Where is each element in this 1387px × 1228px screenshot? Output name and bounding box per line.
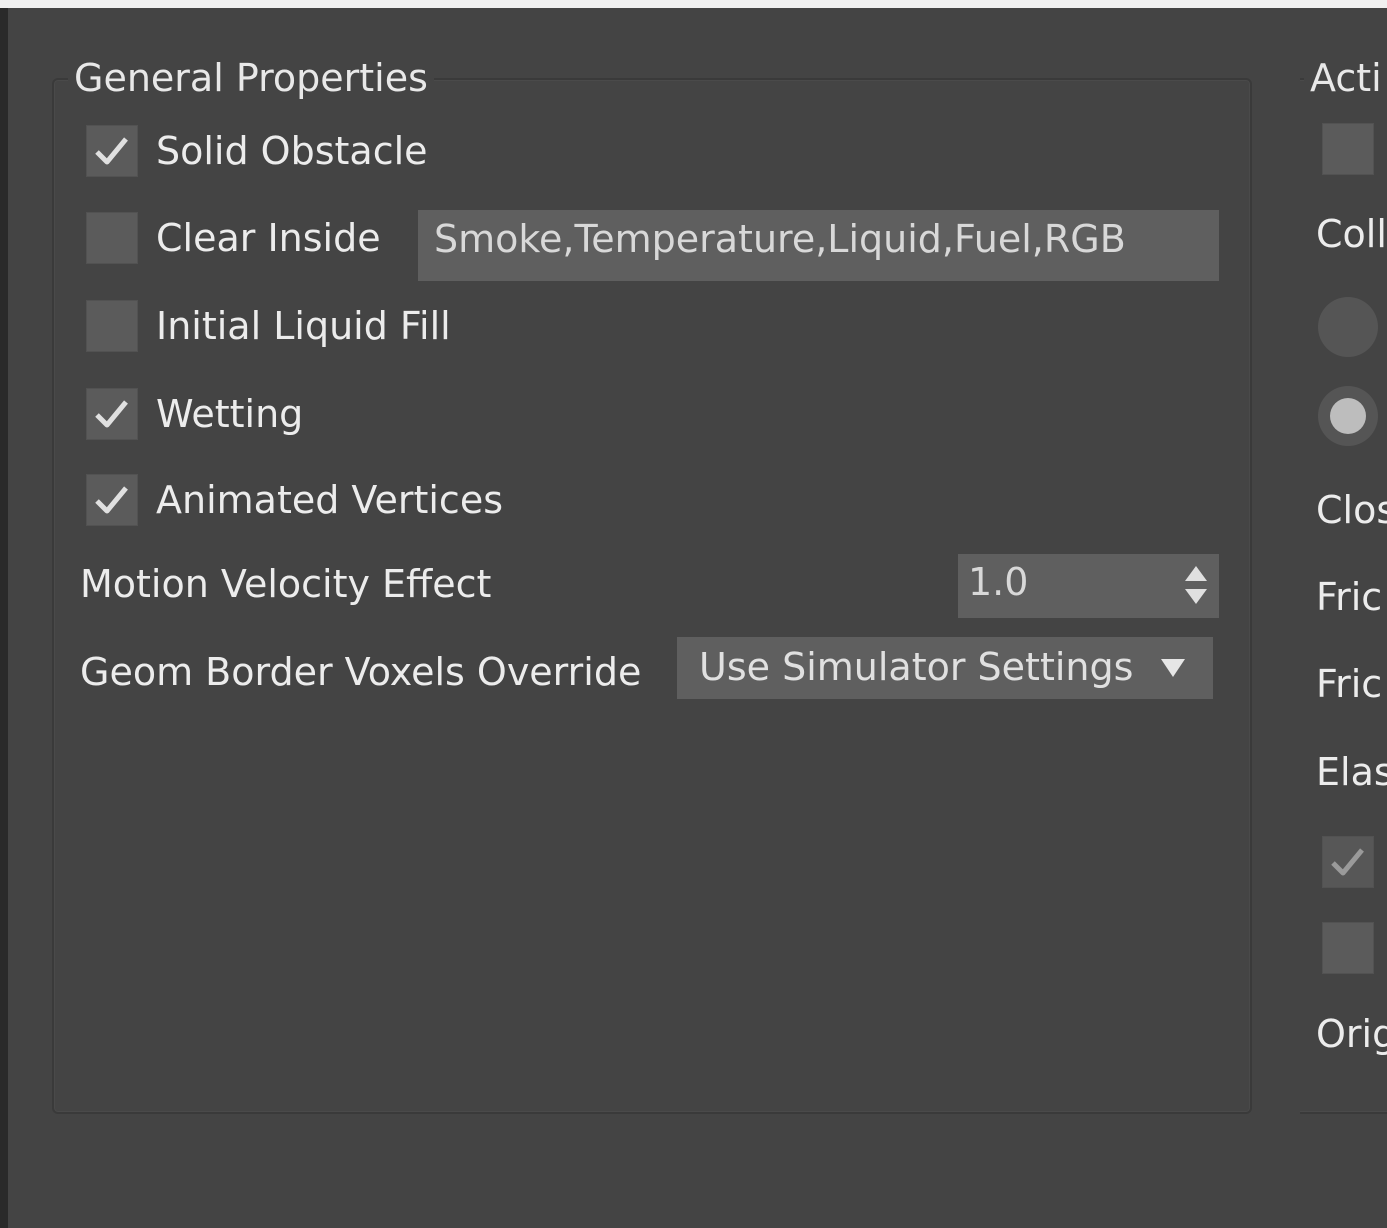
animated-vertices-checkbox[interactable] [86, 474, 138, 526]
right-group-clip: Acti Coll Clos Fric Fric Elas Orig [1300, 0, 1387, 1228]
clear-inside-label: Clear Inside [156, 216, 381, 260]
coll-label: Coll [1316, 212, 1387, 256]
clos-label: Clos [1316, 488, 1387, 532]
solid-obstacle-checkbox[interactable] [86, 125, 138, 177]
fric-label-1: Fric [1316, 575, 1383, 619]
window-left-edge [0, 8, 8, 1228]
animated-vertices-row[interactable]: Animated Vertices [86, 474, 503, 526]
fric-label-2: Fric [1316, 662, 1383, 706]
geom-border-voxels-label: Geom Border Voxels Override [80, 650, 642, 694]
right-checkbox-1[interactable] [1322, 123, 1374, 175]
initial-liquid-fill-label: Initial Liquid Fill [156, 304, 451, 348]
window-top-edge [0, 0, 1387, 8]
chevron-down-icon [1161, 659, 1185, 677]
clear-inside-channels-field[interactable]: Smoke,Temperature,Liquid,Fuel,RGB [418, 210, 1219, 281]
checkmark-icon [95, 400, 128, 428]
motion-velocity-label: Motion Velocity Effect [80, 562, 492, 606]
clear-inside-row[interactable]: Clear Inside [86, 212, 381, 264]
wetting-label: Wetting [156, 392, 304, 436]
elas-label: Elas [1316, 750, 1387, 794]
checkmark-icon [95, 137, 128, 165]
active-group-title: Acti [1304, 56, 1387, 100]
general-properties-title: General Properties [68, 56, 434, 100]
motion-velocity-value: 1.0 [968, 560, 1029, 604]
solid-obstacle-row[interactable]: Solid Obstacle [86, 125, 428, 177]
clear-inside-channels-value: Smoke,Temperature,Liquid,Fuel,RGB [434, 217, 1126, 261]
right-checkbox-2[interactable] [1322, 836, 1374, 888]
animated-vertices-label: Animated Vertices [156, 478, 503, 522]
radio-selected-dot [1330, 398, 1366, 434]
motion-velocity-spinner[interactable]: 1.0 [958, 554, 1219, 618]
clear-inside-checkbox[interactable] [86, 212, 138, 264]
wetting-row[interactable]: Wetting [86, 388, 303, 440]
solid-obstacle-label: Solid Obstacle [156, 129, 428, 173]
checkmark-icon [95, 486, 128, 514]
right-radio-2[interactable] [1318, 386, 1378, 446]
geom-border-voxels-dropdown[interactable]: Use Simulator Settings [677, 637, 1213, 699]
orig-label: Orig [1316, 1012, 1387, 1056]
initial-liquid-fill-row[interactable]: Initial Liquid Fill [86, 300, 451, 352]
right-radio-1[interactable] [1318, 297, 1378, 357]
geom-border-voxels-value: Use Simulator Settings [699, 645, 1134, 689]
wetting-checkbox[interactable] [86, 388, 138, 440]
spinner-arrows-icon[interactable] [1183, 562, 1209, 608]
initial-liquid-fill-checkbox[interactable] [86, 300, 138, 352]
checkmark-icon [1331, 848, 1364, 876]
right-checkbox-3[interactable] [1322, 922, 1374, 974]
